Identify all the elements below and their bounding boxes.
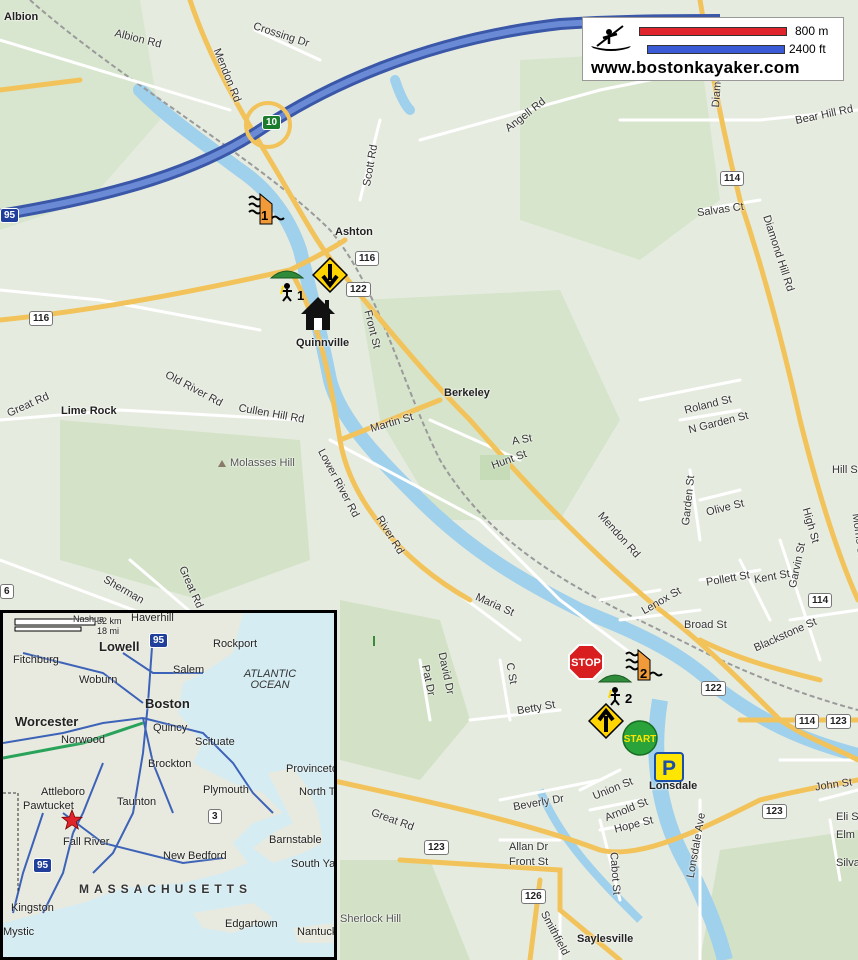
inset-locator-map[interactable]: 32 km 18 mi Nashua Haverhill Lowell Rock… [0, 610, 337, 960]
inset-interstate-95-north: 95 [149, 633, 169, 648]
route-shield-114-north: 114 [720, 171, 745, 186]
rapids-number-2: 2 [640, 666, 648, 681]
town-lime-rock: Lime Rock [61, 405, 117, 417]
inset-city-boston: Boston [145, 696, 190, 711]
town-quinnville: Quinnville [296, 337, 350, 349]
portage-number-2: 2 [625, 691, 633, 706]
take-out-down-arrow-icon[interactable] [311, 256, 349, 298]
inset-state-label: MASSACHUSETTS [79, 882, 253, 896]
house-icon[interactable] [299, 294, 337, 337]
rapids-number-1: 1 [261, 208, 269, 223]
route-shield-6: 6 [0, 584, 14, 599]
route-shield-116-east: 116 [355, 251, 380, 266]
golf-flag-icon [373, 636, 381, 646]
route-shield-114-south: 114 [795, 714, 820, 729]
put-in-up-arrow-icon[interactable] [587, 702, 625, 744]
route-shield-122-south: 122 [701, 681, 726, 696]
inset-city-haverhill: Haverhill [131, 612, 174, 624]
inset-city-quincy: Quincy [153, 722, 188, 734]
scale-label-imperial: 2400 ft [789, 42, 826, 56]
road-label-silva-st: Silva St [836, 857, 858, 869]
interstate-shield-95: 95 [0, 208, 20, 223]
start-label: START [624, 734, 657, 745]
inset-scale-mi: 18 mi [97, 626, 120, 636]
route-shield-123-mid: 123 [762, 804, 787, 819]
inset-ocean-label: ATLANTIC OCEAN [243, 668, 297, 691]
road-label-elm-st: Elm St [836, 829, 858, 841]
scale-legend: 800 m 2400 ft www.bostonkayaker.com [582, 17, 844, 81]
inset-city-fall-river: Fall River [63, 836, 110, 848]
route-shield-123-east: 123 [826, 714, 851, 729]
scale-bar-metric [639, 27, 787, 36]
inset-city-mystic: Mystic [3, 926, 35, 938]
road-label-broad-st: Broad St [684, 619, 727, 631]
map[interactable]: Albion Ashton Quinnville Berkeley Lime R… [0, 0, 858, 960]
inset-city-lowell: Lowell [99, 639, 140, 654]
scale-bar-imperial [647, 45, 785, 54]
inset-city-kingston: Kingston [11, 902, 54, 914]
inset-city-barnstable: Barnstable [269, 834, 322, 846]
town-albion: Albion [4, 11, 39, 23]
inset-city-scituate: Scituate [195, 736, 235, 748]
inset-city-brockton: Brockton [148, 758, 192, 770]
inset-city-new-bedford: New Bedford [163, 850, 227, 862]
inset-city-south-yarmouth: South Yarmouth [291, 858, 336, 870]
parking-icon[interactable]: P [654, 752, 684, 787]
town-berkeley: Berkeley [444, 387, 490, 399]
kayaker-logo-icon [589, 24, 633, 59]
inset-city-edgartown: Edgartown [225, 918, 278, 930]
road-label-front-st-south: Front St [509, 856, 549, 868]
road-label-c-st: C St [503, 661, 519, 685]
road-label-eli-st: Eli St [836, 811, 858, 823]
route-shield-114-mid: 114 [808, 593, 833, 608]
route-shield-123-west: 123 [424, 840, 449, 855]
inset-city-salem: Salem [173, 664, 205, 676]
town-ashton: Ashton [335, 226, 373, 238]
road-label-cabot-st: Cabot St [607, 851, 623, 896]
route-shield-10: 10 [262, 115, 282, 130]
summit-icon [218, 460, 226, 467]
inset-city-worcester: Worcester [15, 714, 79, 729]
inset-city-taunton: Taunton [117, 796, 157, 808]
town-saylesville: Saylesville [577, 933, 634, 945]
route-shield-116-west: 116 [29, 311, 54, 326]
inset-city-attleboro: Attleboro [41, 786, 86, 798]
hill-molasses: Molasses Hill [230, 457, 295, 469]
hill-sherlock: Sherlock Hill [340, 913, 402, 925]
road-label-hill-st: Hill St [832, 464, 858, 476]
scale-label-metric: 800 m [795, 24, 829, 38]
inset-city-rockport: Rockport [213, 638, 258, 650]
parking-label: P [662, 757, 676, 780]
route-shield-126: 126 [521, 889, 546, 904]
inset-city-provincetown: Provincetown [286, 763, 334, 775]
inset-city-woburn: Woburn [79, 674, 118, 686]
inset-city-nashua: Nashua [73, 614, 105, 624]
inset-interstate-95-south: 95 [33, 858, 53, 873]
inset-city-norwood: Norwood [61, 734, 106, 746]
inset-city-fitchburg: Fitchburg [13, 654, 59, 666]
inset-city-nantucket: Nantucket [297, 926, 337, 938]
stop-sign-label: STOP [571, 657, 601, 669]
inset-route-3: 3 [208, 809, 222, 824]
route-shield-122-north: 122 [346, 282, 371, 297]
road-label-allan-dr: Allan Dr [509, 841, 549, 853]
inset-city-plymouth: Plymouth [203, 784, 249, 796]
website-label[interactable]: www.bostonkayaker.com [591, 58, 800, 78]
inset-city-north-truro: North Truro [299, 786, 336, 798]
